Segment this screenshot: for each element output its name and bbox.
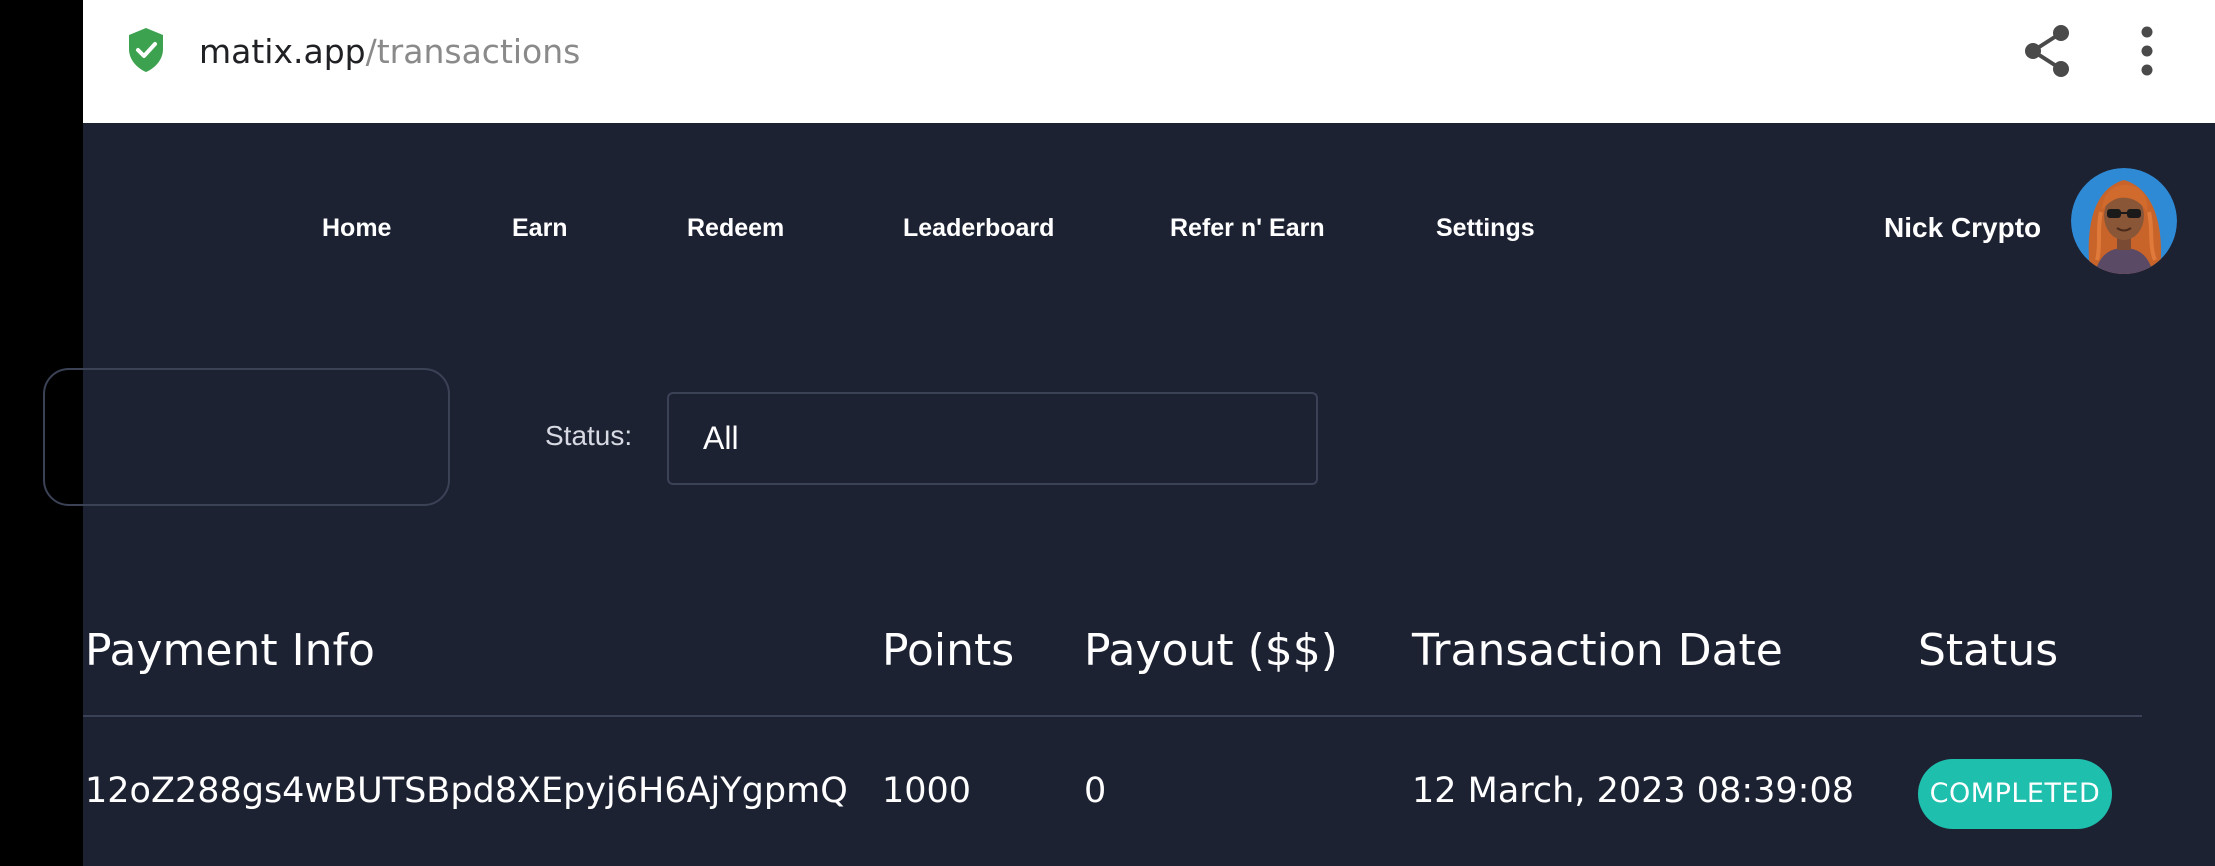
shield-check-icon [129,28,163,72]
browser-url-bar: matix.app/transactions [83,0,2215,123]
nav-refer-n-earn[interactable]: Refer n' Earn [1170,213,1325,243]
column-header-payment-info: Payment Info [85,625,375,676]
column-header-status: Status [1918,625,2059,676]
column-header-payout: Payout ($$) [1084,625,1338,676]
user-name[interactable]: Nick Crypto [1884,211,2041,245]
status-filter-label: Status: [545,420,633,451]
cell-points: 1000 [882,771,972,811]
more-vert-icon[interactable] [2139,26,2155,76]
nav-settings[interactable]: Settings [1436,213,1535,243]
table-header-divider [83,715,2142,717]
status-badge: COMPLETED [1918,759,2112,829]
cell-transaction-date: 12 March, 2023 08:39:08 [1412,771,1854,811]
nav-earn[interactable]: Earn [512,213,568,243]
avatar-image [2071,168,2177,274]
app-container: Home Earn Redeem Leaderboard Refer n' Ea… [43,123,2215,866]
cell-payment-info: 12oZ288gs4wBUTSBpd8XEpyj6H6AjYgpmQ [85,771,848,811]
cell-payout: 0 [1084,771,1107,811]
nav-redeem[interactable]: Redeem [687,213,784,243]
column-header-transaction-date: Transaction Date [1412,625,1783,676]
url-domain: matix.app [199,32,366,71]
status-filter-select[interactable]: All [667,392,1318,485]
column-header-points: Points [882,625,1015,676]
nav-home[interactable]: Home [322,213,391,243]
url-path: /transactions [365,32,581,71]
url-text[interactable]: matix.app/transactions [199,30,580,74]
search-input[interactable] [43,368,450,506]
nav-leaderboard[interactable]: Leaderboard [903,213,1054,243]
user-avatar[interactable] [2071,168,2177,274]
status-filter-value: All [703,420,739,456]
share-icon[interactable] [2020,23,2074,79]
